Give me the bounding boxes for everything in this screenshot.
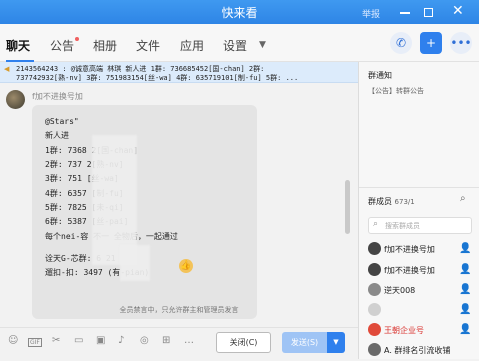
avatar (368, 263, 381, 276)
tab-apps[interactable]: 应用 (180, 37, 204, 54)
group-sidebar: 群通知 【公告】转群公告 群成员 673/1 ⌕ ⌕ 搜索群成员 f加不进换号加… (358, 62, 479, 359)
admin-icon: 👤 (459, 264, 472, 275)
close-icon[interactable]: ✕ (452, 3, 464, 19)
admin-icon: 👤 (459, 324, 472, 335)
divider (359, 187, 479, 188)
avatar (368, 323, 381, 336)
more-icon[interactable]: ••• (450, 32, 472, 54)
member-name: 王朝企业号 (384, 326, 424, 335)
search-icon[interactable]: ⌕ (460, 193, 466, 204)
report-button[interactable]: 举报 (362, 7, 380, 20)
notice-body[interactable]: 【公告】转群公告 (368, 86, 424, 96)
send-button[interactable]: 发送(S) (282, 332, 327, 353)
members-count: 673/1 (394, 198, 415, 206)
members-header: 群成员 673/1 (368, 196, 415, 207)
message-line: @Stars" (45, 117, 79, 126)
blurred-region (120, 245, 150, 281)
tab-album[interactable]: 相册 (93, 37, 117, 54)
tab-announcement[interactable]: 公告 (50, 37, 74, 54)
member-row[interactable]: A. 群排名引流收铺 (359, 341, 479, 361)
member-name: f加不进换号加 (384, 266, 435, 275)
tab-files[interactable]: 文件 (136, 37, 160, 54)
tab-chat[interactable]: 聊天 (6, 37, 30, 54)
gif-icon[interactable]: GIF (28, 338, 42, 347)
member-row[interactable]: f加不进换号加 👤 (359, 261, 479, 281)
message-sender: f加不进换号加 (32, 92, 83, 101)
chevron-down-icon[interactable]: ▼ (259, 40, 266, 50)
search-icon: ⌕ (373, 219, 379, 229)
image-icon[interactable]: ▣ (96, 335, 105, 346)
member-name: 逆天008 (384, 286, 416, 295)
gift-icon[interactable]: ⊞ (162, 335, 170, 346)
banner-line: 737742932[熟-nv] 3群: 751983154[丝-wa] 4群: … (16, 74, 299, 82)
thumbs-up-icon: 👍 (179, 259, 193, 273)
scrollbar[interactable] (345, 180, 350, 234)
mute-notice: 全员禁言中，只允许群主和管理员发言 (119, 306, 239, 314)
avatar[interactable] (6, 90, 25, 109)
admin-icon: 👤 (459, 284, 472, 295)
avatar (368, 242, 381, 255)
avatar (368, 303, 381, 316)
chat-window: 快来看 举报 ✕ 聊天 公告 相册 文件 应用 设置 ▼ ✆ + ••• ◀ 2… (0, 0, 479, 359)
close-button[interactable]: 关闭(C) (216, 332, 271, 353)
announcement-banner[interactable]: ◀ 2143564243 : @诚意高端 林琪 新人进 1群: 73668545… (0, 62, 358, 83)
avatar (368, 343, 381, 356)
emoji-icon[interactable]: ☺ (8, 335, 18, 346)
shake-icon[interactable]: ◎ (140, 335, 149, 346)
unread-dot-icon (75, 37, 79, 41)
member-name: A. 群排名引流收铺 (384, 346, 451, 355)
title-bar: 快来看 举报 ✕ (0, 0, 479, 24)
admin-icon: 👤 (459, 304, 472, 315)
member-search-input[interactable]: ⌕ 搜索群成员 (368, 217, 472, 234)
add-chat-icon[interactable]: + (420, 32, 442, 54)
speaker-icon: ◀ (4, 65, 10, 73)
minimize-icon[interactable] (400, 12, 410, 14)
owner-icon: 👤 (459, 243, 472, 254)
search-placeholder: 搜索群成员 (385, 222, 420, 230)
member-row[interactable]: 👤 (359, 301, 479, 321)
phone-icon[interactable]: ✆ (390, 32, 412, 54)
members-title: 群成员 (368, 197, 392, 206)
notice-title: 群通知 (368, 71, 392, 80)
member-name: f加不进换号加 (384, 245, 435, 254)
tab-settings[interactable]: 设置 (223, 37, 247, 54)
more-tools-icon[interactable]: … (184, 335, 194, 346)
folder-icon[interactable]: ▭ (74, 335, 83, 346)
avatar (368, 283, 381, 296)
member-row[interactable]: f加不进换号加 👤 (359, 240, 479, 260)
scissors-icon[interactable]: ✂ (52, 335, 60, 346)
member-row[interactable]: 逆天008 👤 (359, 281, 479, 301)
member-row[interactable]: 王朝企业号 👤 (359, 321, 479, 341)
message-bubble: @Stars" 新人进 1群: 7368 2[国-chan] 2群: 737 2… (32, 105, 257, 319)
bell-icon[interactable]: ♪ (118, 335, 124, 346)
send-options-chevron-icon[interactable]: ▼ (327, 332, 345, 353)
message-line: 新人进 (45, 131, 69, 140)
maximize-icon[interactable] (424, 8, 433, 17)
